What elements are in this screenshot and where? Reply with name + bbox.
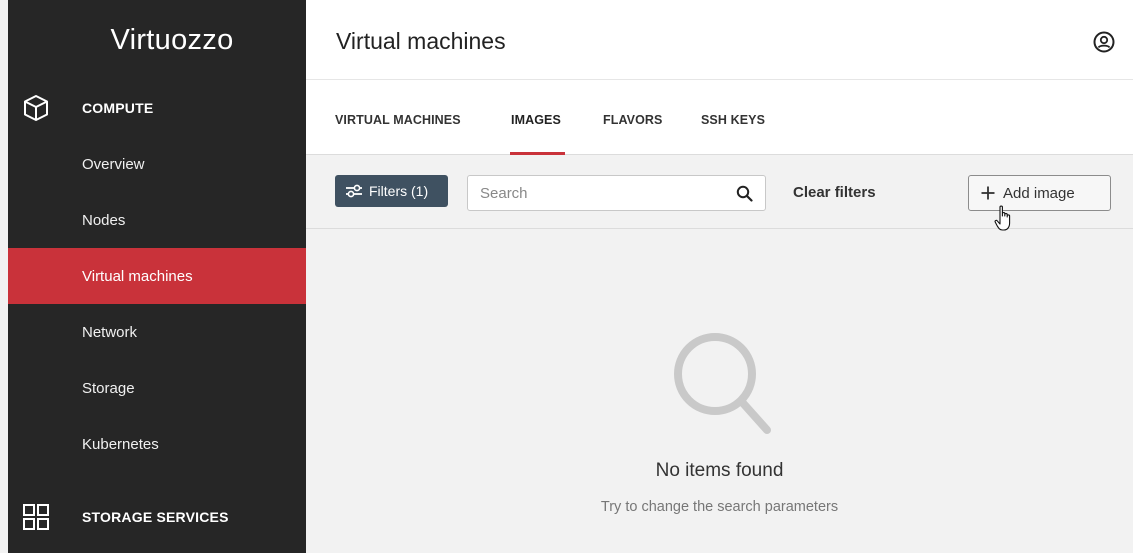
sidebar-item-label: Overview [82,155,145,173]
cube-icon [24,95,48,121]
sidebar-item-overview[interactable]: Overview [8,136,306,192]
empty-state: No items found Try to change the search … [306,230,1133,553]
tab-virtual-machines[interactable]: VIRTUAL MACHINES [335,113,461,127]
grid-icon [23,504,49,530]
sidebar-section-storage-services[interactable]: STORAGE SERVICES [8,489,306,545]
sidebar-item-label: Network [82,323,138,341]
clear-filters-button[interactable]: Clear filters [793,184,876,201]
page-title: Virtual machines [336,28,506,54]
sidebar-item-label: Nodes [82,211,126,229]
add-image-label: Add image [1003,184,1075,202]
sidebar-item-network[interactable]: Network [8,304,306,360]
search-input[interactable] [468,176,708,210]
sidebar-item-virtual-machines[interactable]: Virtual machines [8,248,306,304]
sidebar-item-label: Kubernetes [82,435,159,453]
sidebar-item-kubernetes[interactable]: Kubernetes [8,416,306,472]
page-header: Virtual machines [306,0,1133,80]
sidebar-item-storage[interactable]: Storage [8,360,306,416]
sidebar: Virtuozzo COMPUTE Overview Nodes Virtual… [8,0,306,553]
hand-cursor-icon [994,205,1011,231]
empty-state-subtitle: Try to change the search parameters [600,499,839,515]
search-icon[interactable] [736,185,753,202]
filters-label: Filters (1) [369,183,429,199]
main-content: Virtual machines VIRTUAL MACHINES IMAGES… [306,0,1133,553]
empty-state-title: No items found [655,460,784,481]
plus-icon [981,186,995,200]
tab-flavors[interactable]: FLAVORS [603,113,663,127]
tab-ssh-keys[interactable]: SSH KEYS [701,113,765,127]
brand-logo[interactable]: Virtuozzo [8,0,306,80]
tab-images[interactable]: IMAGES [511,113,561,127]
sidebar-item-label: Storage [82,379,135,397]
sliders-icon [346,184,362,198]
sidebar-item-label: Virtual machines [82,267,193,285]
brand-name: Virtuozzo [110,23,234,56]
sidebar-section-compute[interactable]: COMPUTE [8,80,306,136]
sidebar-section-label: STORAGE SERVICES [82,509,229,525]
tab-bar: VIRTUAL MACHINES IMAGES FLAVORS SSH KEYS [306,80,1133,155]
sidebar-item-nodes[interactable]: Nodes [8,192,306,248]
user-circle-icon[interactable] [1093,31,1115,53]
search-box[interactable] [467,175,766,211]
sidebar-section-label: COMPUTE [82,100,154,116]
filters-button[interactable]: Filters (1) [335,175,448,207]
add-image-button[interactable]: Add image [968,175,1111,211]
search-icon [674,333,771,434]
